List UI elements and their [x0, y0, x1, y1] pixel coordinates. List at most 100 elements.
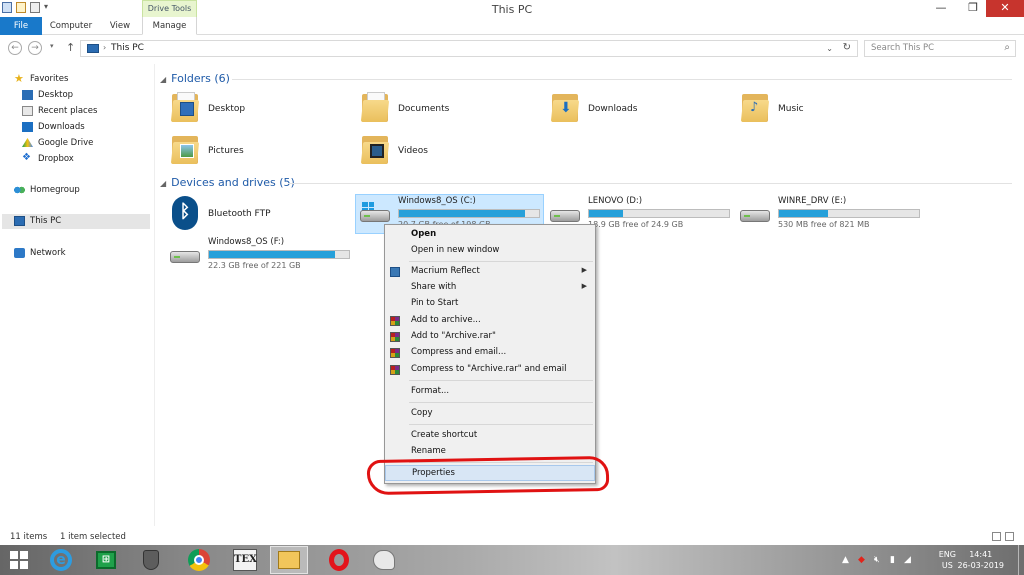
navigation-pane: ★ Favorites Desktop Recent places Downlo… — [0, 64, 155, 526]
bluetooth-icon[interactable]: ᛒ — [172, 196, 198, 230]
winrar-icon — [390, 348, 400, 358]
system-tray: ▲ ◆ 🔇︎ ▮ ◢ ENG US 14:41 26-03-2019 — [834, 545, 1024, 575]
close-button[interactable]: ✕ — [986, 0, 1024, 17]
battery-icon[interactable]: ▮ — [890, 555, 895, 565]
tab-computer[interactable]: Computer — [46, 17, 96, 35]
back-button[interactable]: ← — [8, 41, 22, 55]
menu-item-open-new-window[interactable]: Open in new window — [385, 243, 595, 259]
drive-e[interactable]: WINRE_DRV (E:) 530 MB free of 821 MB — [740, 196, 925, 230]
taskbar-paint[interactable] — [365, 546, 403, 574]
this-pc-icon — [14, 216, 25, 226]
desktop-icon — [22, 90, 33, 100]
documents-folder-icon — [360, 90, 394, 126]
collapse-triangle-icon[interactable]: ◢ — [160, 75, 166, 84]
folder-videos[interactable]: Videos — [360, 132, 540, 172]
dropbox-icon: ❖ — [22, 152, 31, 163]
tab-view[interactable]: View — [100, 17, 140, 35]
nav-this-pc[interactable]: This PC — [2, 214, 150, 229]
drive-f[interactable]: Windows8_OS (F:) 22.3 GB free of 221 GB — [170, 237, 355, 271]
menu-item-format[interactable]: Format... — [385, 384, 595, 400]
menu-item-pin-to-start[interactable]: Pin to Start — [385, 296, 595, 312]
volume-muted-icon[interactable]: 🔇︎ — [874, 555, 880, 565]
network-signal-icon[interactable]: ◢ — [904, 555, 911, 565]
file-explorer-icon — [278, 551, 300, 569]
up-arrow-icon[interactable]: ↑ — [66, 41, 75, 54]
maximize-button[interactable]: ❐ — [962, 0, 984, 17]
star-icon: ★ — [14, 72, 24, 85]
collapse-triangle-icon[interactable]: ◢ — [160, 179, 166, 188]
menu-item-copy[interactable]: Copy — [385, 406, 595, 422]
submenu-arrow-icon: ▶ — [581, 282, 587, 290]
taskbar-security[interactable] — [132, 546, 170, 574]
tex-editor-icon: TEX — [233, 549, 257, 571]
menu-separator — [409, 380, 593, 381]
search-icon[interactable]: ⌕ — [1004, 42, 1010, 53]
drive-usage-bar — [778, 209, 920, 218]
breadcrumb-chevron-icon[interactable]: › — [103, 43, 106, 52]
music-folder-icon: ♪ — [740, 90, 774, 126]
address-bar[interactable]: › This PC ⌄ ↻ — [80, 40, 858, 57]
taskbar-opera[interactable] — [320, 546, 358, 574]
taskbar-internet-explorer[interactable]: e — [42, 546, 80, 574]
menu-item-create-shortcut[interactable]: Create shortcut — [385, 428, 595, 444]
breadcrumb-this-pc[interactable]: This PC — [111, 43, 144, 53]
tab-manage[interactable]: Manage — [142, 17, 197, 35]
forward-button[interactable]: → — [28, 41, 42, 55]
paint-palette-icon — [373, 550, 395, 570]
show-hidden-icons-icon[interactable]: ▲ — [842, 555, 849, 565]
folder-desktop[interactable]: Desktop — [170, 90, 350, 130]
recent-locations-chevron-icon[interactable]: ▾ — [50, 42, 54, 50]
menu-item-compress-rar-email[interactable]: Compress to "Archive.rar" and email — [385, 362, 595, 378]
search-input[interactable]: Search This PC ⌕ — [864, 40, 1016, 57]
title-bar: ▾ Drive Tools This PC — ❐ ✕ — [0, 0, 1024, 17]
folders-group-header[interactable]: ◢ Folders (6) — [160, 72, 230, 85]
antivirus-icon[interactable]: ◆ — [858, 555, 865, 565]
winrar-icon — [390, 332, 400, 342]
menu-item-add-to-archive[interactable]: Add to archive... — [385, 313, 595, 329]
videos-folder-icon — [360, 132, 394, 168]
taskbar-tex[interactable]: TEX — [226, 546, 264, 574]
downloads-folder-icon: ⬇ — [550, 90, 584, 126]
menu-item-open[interactable]: Open — [385, 227, 595, 243]
details-view-icon[interactable] — [992, 532, 1001, 541]
taskbar-chrome[interactable] — [180, 546, 218, 574]
drive-usage-bar — [208, 250, 350, 259]
show-desktop-button[interactable] — [1018, 545, 1024, 575]
chrome-icon — [188, 549, 210, 571]
input-language[interactable]: ENG US — [939, 549, 956, 571]
folder-documents[interactable]: Documents — [360, 90, 540, 130]
taskbar-file-explorer[interactable] — [270, 546, 308, 574]
refresh-icon[interactable]: ↻ — [843, 42, 851, 53]
minimize-button[interactable]: — — [930, 0, 952, 17]
tab-file[interactable]: File — [0, 17, 42, 35]
menu-item-add-to-archive-rar[interactable]: Add to "Archive.rar" — [385, 329, 595, 345]
hard-drive-icon — [740, 204, 772, 224]
folder-downloads[interactable]: ⬇ Downloads — [550, 90, 730, 130]
menu-item-compress-and-email[interactable]: Compress and email... — [385, 345, 595, 361]
opera-icon — [329, 549, 349, 571]
address-dropdown-icon[interactable]: ⌄ — [826, 44, 833, 53]
network-icon — [14, 248, 25, 258]
windows-drive-icon — [360, 202, 392, 224]
drive-usage-bar — [398, 209, 540, 218]
drive-usage-bar — [588, 209, 730, 218]
view-switcher — [992, 532, 1014, 541]
taskbar: e ⊞ TEX ▲ ◆ 🔇︎ ▮ ◢ ENG US 14:41 26-03-20… — [0, 545, 1024, 575]
hard-drive-icon — [170, 245, 202, 265]
folder-music[interactable]: ♪ Music — [740, 90, 920, 130]
devices-group-header[interactable]: ◢ Devices and drives (5) — [160, 176, 295, 189]
group-divider — [232, 79, 1012, 80]
menu-item-share-with[interactable]: Share with ▶ — [385, 280, 595, 296]
large-icons-view-icon[interactable] — [1005, 532, 1014, 541]
start-button[interactable] — [0, 546, 38, 574]
search-placeholder: Search This PC — [871, 43, 935, 53]
group-divider — [288, 183, 1012, 184]
internet-explorer-icon: e — [50, 549, 72, 571]
taskbar-store[interactable]: ⊞ — [87, 546, 125, 574]
address-row: ← → ▾ ↑ › This PC ⌄ ↻ Search This PC ⌕ — [0, 37, 1024, 59]
google-drive-icon — [22, 138, 33, 147]
folder-pictures[interactable]: Pictures — [170, 132, 350, 172]
clock[interactable]: 14:41 26-03-2019 — [958, 549, 1005, 571]
menu-item-macrium-reflect[interactable]: Macrium Reflect ▶ — [385, 264, 595, 280]
bluetooth-ftp-label[interactable]: Bluetooth FTP — [208, 209, 271, 219]
